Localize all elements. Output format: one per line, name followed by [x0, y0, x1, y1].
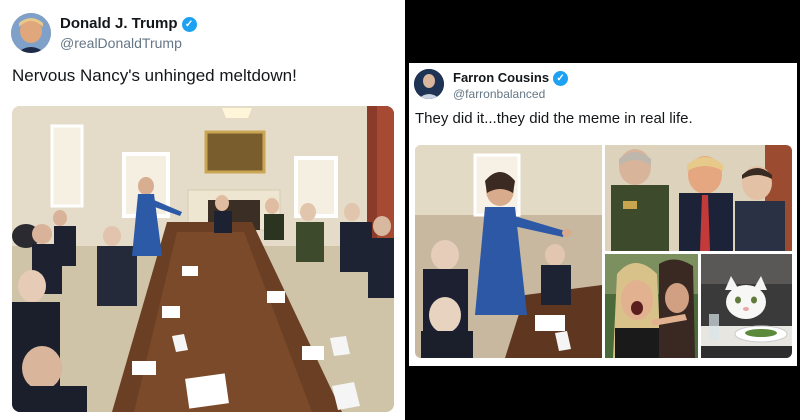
- tweet-card-right[interactable]: Farron Cousins ✓ @farronbalanced They did…: [409, 63, 797, 366]
- avatar-left[interactable]: [11, 13, 51, 53]
- photo-officials-seated[interactable]: [605, 145, 792, 251]
- display-name-text: Farron Cousins: [453, 70, 550, 85]
- photo-woman-pointing[interactable]: [415, 145, 602, 358]
- tweet-text-right: They did it...they did the meme in real …: [415, 110, 693, 127]
- tweet-photo-grid-right[interactable]: [415, 145, 792, 358]
- handle-right[interactable]: @farronbalanced: [453, 87, 545, 101]
- photo-woman-yelling[interactable]: [605, 254, 698, 358]
- handle-left[interactable]: @realDonaldTrump: [60, 35, 182, 51]
- avatar-right[interactable]: [414, 69, 444, 99]
- verified-badge-icon: ✓: [181, 17, 197, 32]
- display-name-left[interactable]: Donald J. Trump ✓: [60, 15, 197, 32]
- tweet-card-left[interactable]: Donald J. Trump ✓ @realDonaldTrump Nervou…: [0, 0, 405, 420]
- tweet-text-left: Nervous Nancy's unhinged meltdown!: [12, 66, 297, 85]
- verified-badge-icon: ✓: [553, 71, 569, 86]
- photo-cat-at-dinner-table[interactable]: [701, 254, 792, 358]
- display-name-text: Donald J. Trump: [60, 15, 178, 32]
- tweet-photo-left[interactable]: [12, 106, 394, 412]
- display-name-right[interactable]: Farron Cousins ✓: [453, 70, 569, 86]
